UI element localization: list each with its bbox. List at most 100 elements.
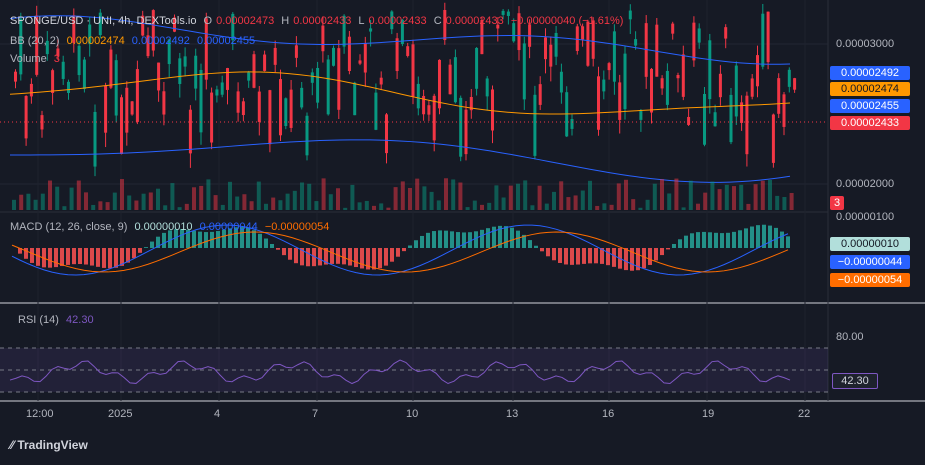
bb-label: BB (20, 2) bbox=[10, 35, 60, 47]
macd-histogram-bar bbox=[150, 241, 154, 248]
volume-bar bbox=[523, 180, 528, 210]
macd-histogram-bar bbox=[564, 248, 568, 265]
volume-bar bbox=[112, 192, 117, 210]
candle-body bbox=[692, 22, 696, 61]
volume-bar bbox=[652, 183, 657, 210]
macd-histogram-bar bbox=[624, 248, 628, 271]
macd-histogram-bar bbox=[66, 248, 70, 265]
candle-body bbox=[703, 93, 706, 145]
macd-histogram-bar bbox=[60, 248, 64, 267]
price-tick-low: 0.00002000 bbox=[836, 178, 895, 190]
macd-histogram-bar bbox=[438, 230, 442, 248]
rsi-badge: 42.30 bbox=[832, 373, 878, 389]
macd-histogram-bar bbox=[426, 232, 430, 248]
macd-histogram-bar bbox=[588, 248, 592, 264]
macd-histogram-bar bbox=[342, 248, 346, 265]
candle-body bbox=[432, 95, 436, 141]
macd-legend[interactable]: MACD (12, 26, close, 9) 0.00000010 0.000… bbox=[10, 221, 333, 233]
macd-histogram-bar bbox=[666, 248, 670, 250]
macd-line-value: 0.00000044 bbox=[199, 221, 258, 233]
candle-body bbox=[379, 77, 383, 85]
bb-legend[interactable]: BB (20, 2) 0.00002474 0.00002492 0.00002… bbox=[10, 35, 259, 47]
macd-histogram-bar bbox=[558, 248, 562, 263]
candle-body bbox=[708, 40, 712, 100]
macd-histogram-bar bbox=[102, 248, 106, 268]
volume-bar bbox=[98, 201, 103, 210]
volume-bar bbox=[645, 199, 650, 210]
macd-histogram-bar bbox=[270, 244, 274, 248]
macd-histogram-bar bbox=[360, 248, 364, 269]
candle-body bbox=[125, 87, 129, 133]
volume-bar bbox=[364, 200, 369, 210]
macd-histogram-bar bbox=[510, 227, 514, 248]
volume-bar bbox=[609, 204, 614, 210]
candle-body bbox=[724, 27, 728, 39]
volume-bar bbox=[616, 183, 621, 210]
macd-histogram-bar bbox=[84, 248, 88, 265]
candle-body bbox=[485, 78, 489, 97]
volume-bar bbox=[789, 192, 794, 210]
macd-histogram-bar bbox=[582, 248, 586, 264]
volume-bar bbox=[91, 204, 96, 210]
volume-bar bbox=[134, 200, 139, 210]
candle-body bbox=[353, 82, 357, 116]
candle-body bbox=[406, 46, 410, 56]
candle-body bbox=[82, 59, 86, 89]
volume-bar bbox=[357, 202, 362, 210]
volume-bar bbox=[192, 187, 196, 210]
macd-histogram-bar bbox=[552, 248, 556, 261]
x-label-4: 4 bbox=[214, 408, 221, 420]
brand-label: TradingView bbox=[17, 438, 88, 452]
volume-bar bbox=[213, 195, 218, 210]
symbol-title[interactable]: SPONGE/USD · UNI, 4h, DEXTools.io bbox=[10, 15, 196, 27]
candle-body bbox=[273, 47, 277, 65]
bb-lower-line bbox=[9, 139, 791, 183]
macd-histogram-bar bbox=[162, 232, 166, 248]
candle-body bbox=[427, 105, 431, 115]
macd-histogram-bar bbox=[480, 229, 484, 248]
candle-body bbox=[687, 116, 691, 125]
macd-histogram-bar bbox=[672, 243, 676, 248]
volume-bar bbox=[48, 180, 52, 210]
volume-bar bbox=[76, 180, 81, 210]
x-label-7: 7 bbox=[312, 408, 319, 420]
volume-legend[interactable]: Volume 3 bbox=[10, 53, 64, 65]
rsi-legend[interactable]: RSI (14) 42.30 bbox=[18, 314, 98, 326]
candle-body bbox=[538, 84, 542, 105]
volume-bar bbox=[177, 207, 182, 210]
candle-body bbox=[130, 101, 134, 115]
macd-histogram-bar bbox=[546, 248, 550, 257]
candle-body bbox=[793, 78, 797, 90]
candle-body bbox=[729, 94, 733, 143]
volume-bar bbox=[436, 200, 441, 210]
candle-body bbox=[491, 89, 494, 131]
volume-bar bbox=[703, 192, 708, 210]
volume-bar bbox=[307, 183, 312, 210]
volume-bar bbox=[19, 194, 24, 210]
volume-bar bbox=[559, 181, 564, 210]
volume-bar bbox=[660, 179, 664, 210]
macd-histogram-bar bbox=[756, 225, 760, 248]
macd-label: MACD (12, 26, close, 9) bbox=[10, 221, 128, 233]
candle-body bbox=[416, 83, 420, 109]
x-label-10: 10 bbox=[406, 408, 419, 420]
candle-body bbox=[51, 70, 55, 93]
candle-body bbox=[316, 68, 320, 103]
candle-body bbox=[220, 82, 224, 95]
macd-histogram-bar bbox=[726, 232, 730, 248]
ohlc-legend: SPONGE/USD · UNI, 4h, DEXTools.io O 0.000… bbox=[10, 15, 627, 27]
macd-histogram-bar bbox=[648, 248, 652, 265]
volume-bar bbox=[271, 197, 276, 210]
volume-bar bbox=[379, 203, 384, 210]
candle-body bbox=[120, 97, 123, 155]
candle-body bbox=[157, 62, 161, 91]
macd-hist-value: 0.00000010 bbox=[134, 221, 193, 233]
candle-body bbox=[618, 82, 622, 120]
macd-histogram-bar bbox=[780, 231, 784, 248]
volume-bar bbox=[516, 183, 520, 210]
macd-histogram-bar bbox=[486, 228, 490, 248]
macd-histogram-bar bbox=[420, 235, 424, 248]
volume-bar bbox=[292, 190, 297, 210]
macd-histogram-bar bbox=[48, 248, 52, 268]
tradingview-logo[interactable]: ⁄⁄ TradingView bbox=[10, 438, 88, 452]
